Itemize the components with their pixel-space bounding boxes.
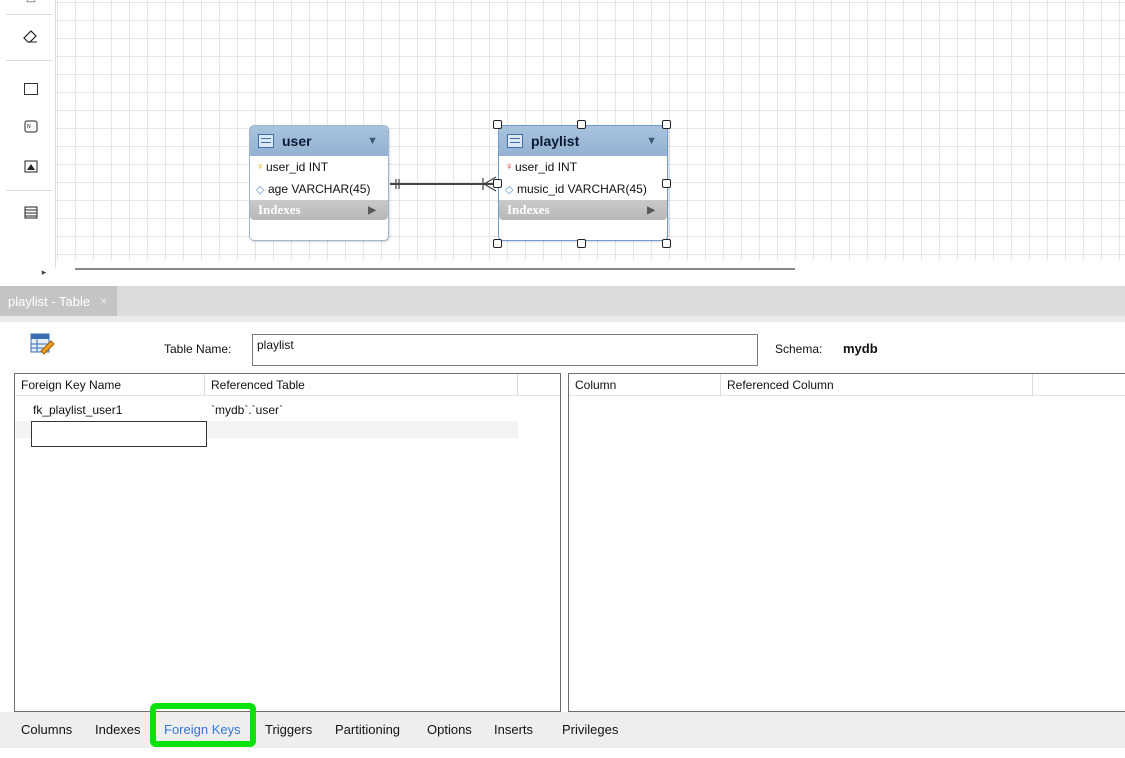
column-header-referenced-table[interactable]: Referenced Table bbox=[205, 374, 518, 396]
chevron-right-icon: ▸ bbox=[41, 268, 47, 278]
toolbar-separator bbox=[6, 60, 52, 61]
schema-label: Schema: bbox=[775, 342, 823, 356]
table-row[interactable]: fk_playlist_user1 `mydb`.`user` bbox=[15, 401, 560, 418]
column-header-referenced-column[interactable]: Referenced Column bbox=[721, 374, 1033, 396]
user-table-figure[interactable]: user ▼ ♀ user_id INT ◇ age VARCHAR(45) I… bbox=[249, 125, 389, 241]
column-header-filler bbox=[1033, 374, 1125, 396]
editor-tab-bar: playlist - Table × bbox=[0, 286, 1125, 316]
fk-columns-grid[interactable]: Column Referenced Column bbox=[568, 373, 1125, 712]
table-icon bbox=[258, 134, 274, 148]
grid-header: Foreign Key Name Referenced Table bbox=[15, 374, 560, 396]
tab-options[interactable]: Options bbox=[427, 722, 472, 737]
pointer-icon: ▭ bbox=[26, 0, 36, 6]
indexes-label: Indexes bbox=[258, 202, 301, 217]
close-icon[interactable]: × bbox=[100, 294, 107, 308]
table-editor-icon bbox=[30, 333, 55, 355]
column-label: user_id INT bbox=[266, 160, 329, 174]
column-row[interactable]: ♀ user_id INT bbox=[250, 156, 388, 178]
layer-icon bbox=[24, 83, 38, 95]
layer-tool-button[interactable] bbox=[20, 78, 42, 100]
eraser-icon bbox=[23, 30, 37, 43]
table-header[interactable]: playlist ▼ bbox=[499, 126, 667, 156]
tab-inserts[interactable]: Inserts bbox=[494, 722, 533, 737]
resize-handle[interactable] bbox=[662, 120, 671, 129]
resize-handle[interactable] bbox=[662, 179, 671, 188]
resize-handle[interactable] bbox=[577, 120, 586, 129]
primary-key-icon: ♀ bbox=[256, 161, 265, 173]
image-icon bbox=[24, 160, 37, 173]
indexes-label: Indexes bbox=[507, 202, 550, 217]
resize-handle[interactable] bbox=[493, 239, 502, 248]
table-icon bbox=[507, 134, 523, 148]
table-name-input[interactable]: playlist bbox=[252, 334, 758, 366]
fk-name-cell[interactable]: fk_playlist_user1 bbox=[15, 401, 205, 418]
svg-text:N: N bbox=[27, 124, 31, 130]
tab-privileges[interactable]: Privileges bbox=[562, 722, 618, 737]
grid-header: Column Referenced Column bbox=[569, 374, 1125, 396]
table-header[interactable]: user ▼ bbox=[250, 126, 388, 156]
table-icon bbox=[24, 206, 37, 219]
foreign-primary-key-icon: ♀ bbox=[505, 161, 514, 173]
column-diamond-icon: ◇ bbox=[505, 183, 514, 196]
toolbar-separator bbox=[6, 190, 52, 191]
column-row[interactable]: ◇ music_id VARCHAR(45) bbox=[499, 178, 667, 200]
image-tool-button[interactable] bbox=[20, 156, 42, 178]
pointer-tool-button[interactable]: ▭ bbox=[20, 0, 42, 10]
foreign-keys-grid[interactable]: Foreign Key Name Referenced Table fk_pla… bbox=[14, 373, 561, 712]
referenced-table-cell[interactable]: `mydb`.`user` bbox=[205, 401, 518, 418]
collapse-arrow-icon[interactable]: ▼ bbox=[646, 135, 657, 147]
table-tool-button[interactable] bbox=[20, 202, 42, 224]
horizontal-scrollbar[interactable] bbox=[75, 268, 795, 270]
tab-triggers[interactable]: Triggers bbox=[265, 722, 312, 737]
expand-arrow-icon[interactable]: ▶ bbox=[368, 205, 376, 216]
toolbar-separator bbox=[6, 14, 52, 15]
new-fk-name-input[interactable] bbox=[31, 421, 207, 447]
tab-label: playlist - Table bbox=[8, 293, 91, 309]
tab-indexes[interactable]: Indexes bbox=[95, 722, 141, 737]
column-header-fk-name[interactable]: Foreign Key Name bbox=[15, 374, 205, 396]
column-label: user_id INT bbox=[515, 160, 578, 174]
table-title: user bbox=[282, 133, 312, 149]
column-row[interactable]: ◇ age VARCHAR(45) bbox=[250, 178, 388, 200]
column-label: music_id VARCHAR(45) bbox=[517, 182, 647, 196]
indexes-section[interactable]: Indexes ▶ bbox=[499, 200, 667, 220]
expand-arrow-icon[interactable]: ▶ bbox=[647, 205, 655, 216]
annotation-highlight bbox=[150, 703, 256, 747]
scroll-toggle-button[interactable]: ▸ bbox=[37, 266, 51, 280]
eraser-tool-button[interactable] bbox=[20, 26, 42, 48]
tab-partitioning[interactable]: Partitioning bbox=[335, 722, 400, 737]
note-tool-button[interactable]: N bbox=[20, 116, 42, 138]
schema-value: mydb bbox=[843, 341, 878, 356]
column-header-column[interactable]: Column bbox=[569, 374, 721, 396]
resize-handle[interactable] bbox=[493, 179, 502, 188]
diagram-toolbar: ▭ N bbox=[0, 0, 56, 268]
tab-columns[interactable]: Columns bbox=[21, 722, 72, 737]
column-label: age VARCHAR(45) bbox=[268, 182, 371, 196]
resize-handle[interactable] bbox=[662, 239, 671, 248]
column-row[interactable]: ♀ user_id INT bbox=[499, 156, 667, 178]
resize-handle[interactable] bbox=[493, 120, 502, 129]
resize-handle[interactable] bbox=[577, 239, 586, 248]
editor-tab-playlist[interactable]: playlist - Table × bbox=[0, 286, 118, 316]
indexes-section[interactable]: Indexes ▶ bbox=[250, 200, 388, 220]
column-diamond-icon: ◇ bbox=[256, 183, 265, 196]
diagram-canvas-margin bbox=[0, 260, 1125, 284]
column-header-filler bbox=[518, 374, 560, 396]
note-icon: N bbox=[24, 120, 37, 133]
relationship-markers bbox=[395, 176, 497, 192]
window-footer bbox=[0, 748, 1125, 758]
table-name-label: Table Name: bbox=[164, 342, 232, 356]
playlist-table-figure[interactable]: playlist ▼ ♀ user_id INT ◇ music_id VARC… bbox=[498, 125, 668, 241]
collapse-arrow-icon[interactable]: ▼ bbox=[367, 135, 378, 147]
table-title: playlist bbox=[531, 133, 580, 149]
